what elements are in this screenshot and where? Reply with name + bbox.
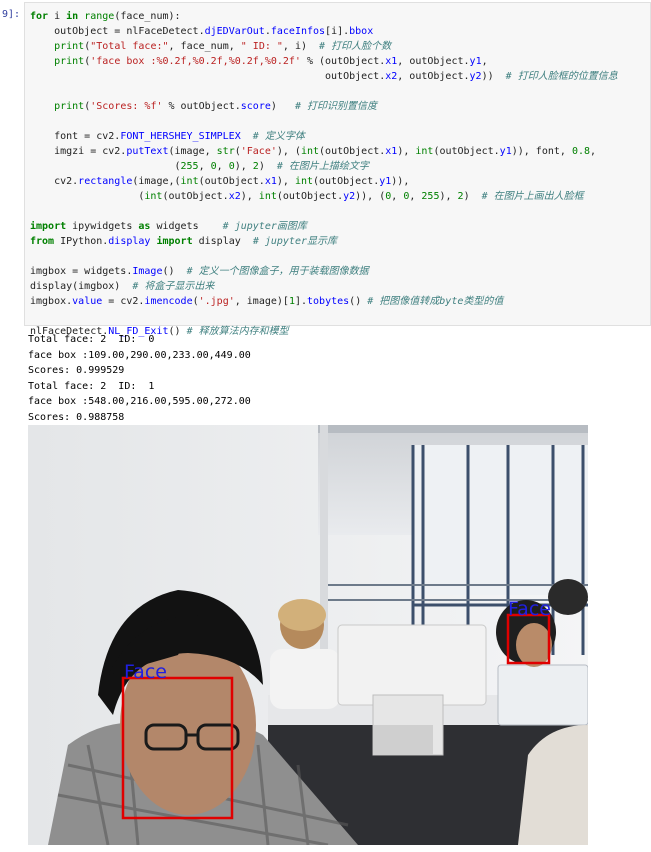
code-line: cv2.rectangle(image,(int(outObject.x1), … bbox=[30, 176, 410, 187]
face-detection-photo: Face Face bbox=[28, 425, 588, 845]
code-line: from IPython.display import display # ju… bbox=[30, 236, 337, 247]
code-line: print("Total face:", face_num, " ID: ", … bbox=[54, 41, 392, 52]
face-label-0: Face bbox=[124, 661, 167, 683]
input-prompt: 9]: bbox=[2, 9, 21, 20]
output-line: face box :548.00,216.00,595.00,272.00 bbox=[28, 396, 251, 408]
code-editor[interactable]: for i in range(face_num): outObject = nl… bbox=[30, 9, 618, 339]
code-line: imgzi = cv2.putText(image, str('Face'), … bbox=[30, 146, 597, 157]
output-line: Total face: 2 ID: 0 bbox=[28, 334, 155, 345]
code-line: (int(outObject.x2), int(outObject.y2)), … bbox=[30, 191, 584, 202]
output-line: Scores: 0.988758 bbox=[28, 411, 125, 423]
code-line: outObject.x2, outObject.y2)) # 打印人脸框的位置信… bbox=[30, 71, 618, 82]
output-line: face box :109.00,290.00,233.00,449.00 bbox=[28, 349, 251, 361]
face-label-1: Face bbox=[508, 598, 551, 620]
output-line: Total face: 2 ID: 1 bbox=[28, 380, 155, 392]
code-cell[interactable]: for i in range(face_num): outObject = nl… bbox=[24, 2, 651, 337]
code-line: import ipywidgets as widgets # jupyter画图… bbox=[30, 221, 307, 232]
code-line: font = cv2.FONT_HERSHEY_SIMPLEX # 定义字体 bbox=[30, 131, 305, 142]
code-line: print('face box :%0.2f,%0.2f,%0.2f,%0.2f… bbox=[54, 56, 488, 67]
code-line: imgbox = widgets.Image() # 定义一个图像盒子，用于装载… bbox=[30, 266, 369, 277]
code-line: display(imgbox) # 将盒子显示出来 bbox=[30, 281, 215, 292]
code-line: imgbox.value = cv2.imencode('.jpg', imag… bbox=[30, 296, 504, 307]
code-line: print('Scores: %f' % outObject.score) # … bbox=[54, 101, 378, 112]
code-line: (255, 0, 0), 2) # 在图片上描绘文字 bbox=[30, 161, 369, 172]
cell-output-text: Total face: 2 ID: 0 face box :109.00,290.… bbox=[28, 332, 251, 426]
code-line: outObject = nlFaceDetect.djEDVarOut.face… bbox=[30, 26, 374, 37]
code-line: for i in range(face_num): bbox=[30, 11, 181, 22]
output-image: Face Face bbox=[28, 425, 588, 845]
output-line: Scores: 0.999529 bbox=[28, 365, 125, 377]
